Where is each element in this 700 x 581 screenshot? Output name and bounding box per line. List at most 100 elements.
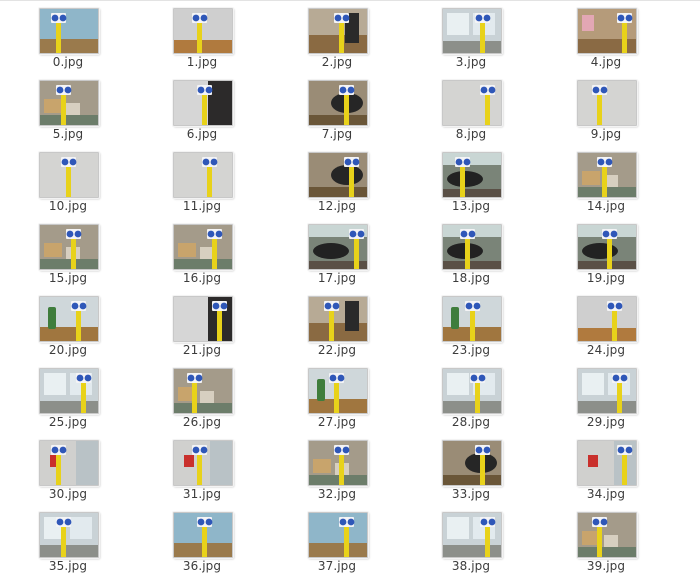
file-name-label: 28.jpg (451, 415, 491, 429)
image-thumbnail-icon[interactable] (442, 512, 502, 558)
image-thumbnail-icon[interactable] (577, 512, 637, 558)
file-item[interactable]: 7.jpg (277, 72, 397, 142)
image-thumbnail-icon[interactable] (308, 224, 368, 270)
file-item[interactable]: 17.jpg (277, 216, 397, 286)
file-name-label: 5.jpg (52, 127, 84, 141)
file-item[interactable]: 13.jpg (411, 144, 531, 214)
image-thumbnail-icon[interactable] (39, 368, 99, 414)
file-item[interactable]: 38.jpg (411, 504, 531, 574)
file-name-label: 16.jpg (182, 271, 222, 285)
file-item[interactable]: 20.jpg (8, 288, 128, 358)
file-name-label: 20.jpg (48, 343, 88, 357)
file-name-label: 35.jpg (48, 559, 88, 573)
image-thumbnail-icon[interactable] (308, 368, 368, 414)
file-item[interactable]: 21.jpg (142, 288, 262, 358)
file-name-label: 9.jpg (590, 127, 622, 141)
file-grid: 0.jpg 1.jpg 2.jpg 3.jpg 4.jpg 5.jpg 6.jpg 7.jpg… (0, 0, 700, 581)
file-item[interactable]: 23.jpg (411, 288, 531, 358)
image-thumbnail-icon[interactable] (39, 440, 99, 486)
file-item[interactable]: 15.jpg (8, 216, 128, 286)
image-thumbnail-icon[interactable] (39, 512, 99, 558)
file-item[interactable]: 2.jpg (277, 0, 397, 70)
file-item[interactable]: 9.jpg (546, 72, 666, 142)
file-item[interactable]: 3.jpg (411, 0, 531, 70)
image-thumbnail-icon[interactable] (173, 368, 233, 414)
image-thumbnail-icon[interactable] (173, 152, 233, 198)
file-item[interactable]: 29.jpg (546, 360, 666, 430)
file-item[interactable]: 32.jpg (277, 432, 397, 502)
file-name-label: 4.jpg (590, 55, 622, 69)
file-name-label: 29.jpg (586, 415, 626, 429)
image-thumbnail-icon[interactable] (39, 296, 99, 342)
image-thumbnail-icon[interactable] (173, 512, 233, 558)
file-item[interactable]: 37.jpg (277, 504, 397, 574)
image-thumbnail-icon[interactable] (442, 80, 502, 126)
file-item[interactable]: 26.jpg (142, 360, 262, 430)
file-item[interactable]: 8.jpg (411, 72, 531, 142)
file-item[interactable]: 6.jpg (142, 72, 262, 142)
image-thumbnail-icon[interactable] (308, 512, 368, 558)
file-item[interactable]: 19.jpg (546, 216, 666, 286)
image-thumbnail-icon[interactable] (39, 224, 99, 270)
file-item[interactable]: 12.jpg (277, 144, 397, 214)
file-name-label: 32.jpg (317, 487, 357, 501)
file-name-label: 36.jpg (182, 559, 222, 573)
image-thumbnail-icon[interactable] (442, 152, 502, 198)
image-thumbnail-icon[interactable] (577, 440, 637, 486)
image-thumbnail-icon[interactable] (577, 8, 637, 54)
file-item[interactable]: 1.jpg (142, 0, 262, 70)
file-name-label: 2.jpg (321, 55, 353, 69)
file-item[interactable]: 0.jpg (8, 0, 128, 70)
file-name-label: 7.jpg (321, 127, 353, 141)
file-name-label: 19.jpg (586, 271, 626, 285)
image-thumbnail-icon[interactable] (308, 80, 368, 126)
file-name-label: 17.jpg (317, 271, 357, 285)
file-item[interactable]: 24.jpg (546, 288, 666, 358)
image-thumbnail-icon[interactable] (173, 440, 233, 486)
image-thumbnail-icon[interactable] (442, 440, 502, 486)
image-thumbnail-icon[interactable] (39, 80, 99, 126)
file-item[interactable]: 11.jpg (142, 144, 262, 214)
image-thumbnail-icon[interactable] (577, 80, 637, 126)
file-name-label: 8.jpg (455, 127, 487, 141)
image-thumbnail-icon[interactable] (442, 224, 502, 270)
file-name-label: 12.jpg (317, 199, 357, 213)
file-item[interactable]: 34.jpg (546, 432, 666, 502)
image-thumbnail-icon[interactable] (442, 8, 502, 54)
image-thumbnail-icon[interactable] (442, 296, 502, 342)
file-item[interactable]: 39.jpg (546, 504, 666, 574)
image-thumbnail-icon[interactable] (173, 8, 233, 54)
image-thumbnail-icon[interactable] (577, 224, 637, 270)
image-thumbnail-icon[interactable] (442, 368, 502, 414)
file-item[interactable]: 14.jpg (546, 144, 666, 214)
file-item[interactable]: 5.jpg (8, 72, 128, 142)
file-item[interactable]: 36.jpg (142, 504, 262, 574)
file-item[interactable]: 22.jpg (277, 288, 397, 358)
file-item[interactable]: 31.jpg (142, 432, 262, 502)
file-item[interactable]: 18.jpg (411, 216, 531, 286)
image-thumbnail-icon[interactable] (308, 8, 368, 54)
image-thumbnail-icon[interactable] (39, 152, 99, 198)
file-item[interactable]: 10.jpg (8, 144, 128, 214)
file-item[interactable]: 4.jpg (546, 0, 666, 70)
image-thumbnail-icon[interactable] (577, 368, 637, 414)
file-item[interactable]: 35.jpg (8, 504, 128, 574)
image-thumbnail-icon[interactable] (173, 224, 233, 270)
image-thumbnail-icon[interactable] (173, 80, 233, 126)
file-name-label: 13.jpg (451, 199, 491, 213)
image-thumbnail-icon[interactable] (577, 152, 637, 198)
image-thumbnail-icon[interactable] (39, 8, 99, 54)
file-name-label: 18.jpg (451, 271, 491, 285)
file-item[interactable]: 28.jpg (411, 360, 531, 430)
image-thumbnail-icon[interactable] (308, 296, 368, 342)
file-item[interactable]: 27.jpg (277, 360, 397, 430)
image-thumbnail-icon[interactable] (173, 296, 233, 342)
file-item[interactable]: 30.jpg (8, 432, 128, 502)
image-thumbnail-icon[interactable] (577, 296, 637, 342)
file-item[interactable]: 25.jpg (8, 360, 128, 430)
image-thumbnail-icon[interactable] (308, 440, 368, 486)
file-name-label: 1.jpg (186, 55, 218, 69)
image-thumbnail-icon[interactable] (308, 152, 368, 198)
file-item[interactable]: 16.jpg (142, 216, 262, 286)
file-item[interactable]: 33.jpg (411, 432, 531, 502)
